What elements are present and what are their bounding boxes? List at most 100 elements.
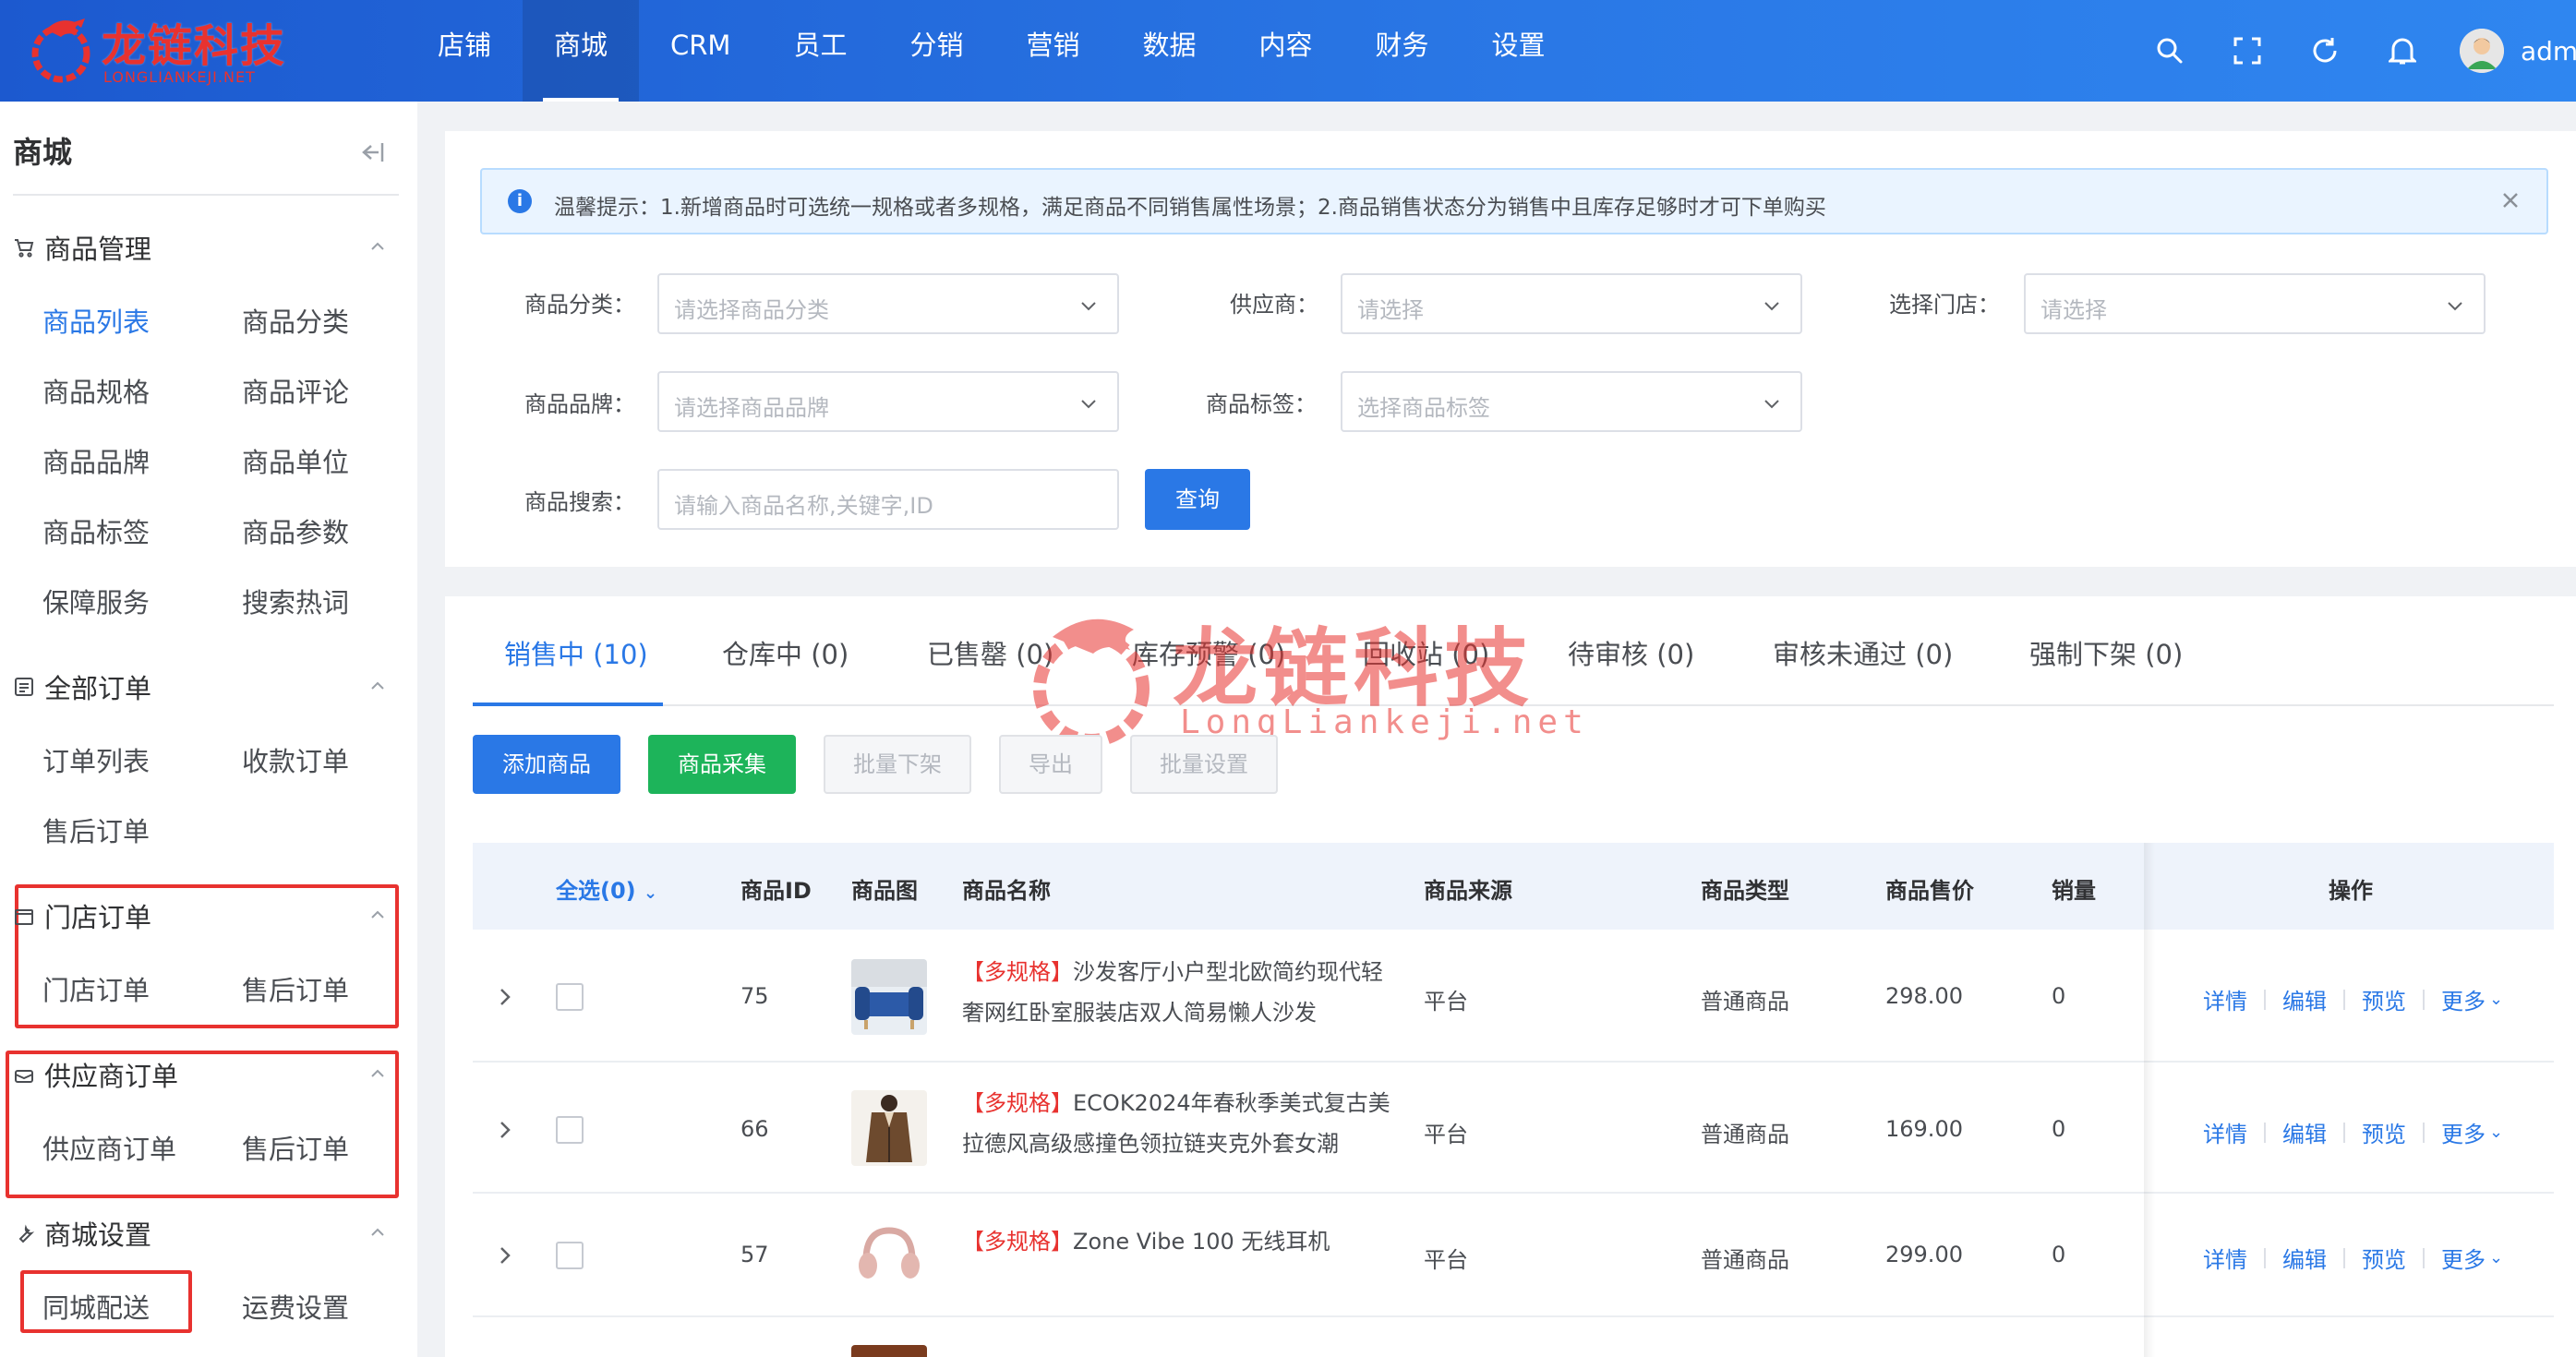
more-link[interactable]: 更多: [2441, 1242, 2486, 1274]
nav-item-shop[interactable]: 店铺: [406, 0, 523, 102]
nav-item-mall[interactable]: 商城: [523, 0, 640, 102]
tab-stock-warning[interactable]: 库存预警 (0): [1132, 633, 1285, 672]
filter-label-supplier: 供应商：: [1230, 292, 1318, 318]
product-image-headphones[interactable]: [851, 1218, 927, 1293]
collect-product-button[interactable]: 商品采集: [648, 735, 796, 794]
close-icon[interactable]: [2497, 186, 2524, 214]
filter-label-search: 商品搜索：: [524, 489, 635, 515]
nav-item-content[interactable]: 内容: [1228, 0, 1344, 102]
filter-label-category: 商品分类：: [524, 292, 635, 318]
nav-item-marketing[interactable]: 营销: [994, 0, 1111, 102]
bell-icon[interactable]: [2364, 0, 2441, 102]
tab-review-failed[interactable]: 审核未通过 (0): [1773, 633, 1953, 672]
group-supplier-orders[interactable]: 供应商订单: [13, 1054, 401, 1095]
edit-link[interactable]: 编辑: [2282, 983, 2327, 1015]
sidebar-link-product-unit[interactable]: 商品单位: [242, 441, 349, 480]
detail-link[interactable]: 详情: [2203, 1116, 2247, 1148]
group-store-orders[interactable]: 门店订单: [13, 895, 401, 936]
sidebar-link-product-category[interactable]: 商品分类: [242, 301, 349, 340]
sidebar-link-product-list[interactable]: 商品列表: [42, 301, 150, 340]
order-icon: [15, 678, 33, 696]
chevron-right-icon[interactable]: [497, 987, 513, 1007]
search-icon[interactable]: [2131, 0, 2209, 102]
product-image-sofa[interactable]: [851, 959, 927, 1035]
sidebar-link-store-orders[interactable]: 门店订单: [42, 969, 150, 1008]
tab-on-sale[interactable]: 销售中 (10): [504, 633, 648, 672]
edit-link[interactable]: 编辑: [2282, 1242, 2327, 1274]
more-link[interactable]: 更多: [2441, 983, 2486, 1015]
query-button[interactable]: 查询: [1145, 469, 1250, 530]
group-all-orders[interactable]: 全部订单: [13, 666, 401, 707]
group-product-management[interactable]: 商品管理: [13, 227, 401, 268]
sidebar-link-hot-search[interactable]: 搜索热词: [242, 582, 349, 620]
group-mall-settings[interactable]: 商城设置: [13, 1213, 401, 1254]
chevron-down-icon: [1081, 302, 1096, 311]
tab-sold-out[interactable]: 已售罄 (0): [927, 633, 1053, 672]
more-link[interactable]: 更多: [2441, 1116, 2486, 1148]
tab-in-warehouse[interactable]: 仓库中 (0): [722, 633, 849, 672]
chevron-up-icon: [371, 910, 384, 919]
fullscreen-icon[interactable]: [2209, 0, 2286, 102]
tab-recycle-bin[interactable]: 回收站 (0): [1363, 633, 1489, 672]
nav-item-crm[interactable]: CRM: [639, 0, 762, 102]
username[interactable]: admin: [2521, 36, 2576, 66]
product-name[interactable]: 【多规格】沙发客厅小户型北欧简约现代轻奢网红卧室服装店双人简易懒人沙发: [962, 952, 1396, 1033]
table-row: 66 【多规格】ECOK2024年春秋季美式复古美拉德风高级感撞色领拉链夹克外套…: [473, 1063, 2554, 1194]
preview-link[interactable]: 预览: [2362, 983, 2406, 1015]
category-select[interactable]: 请选择商品分类: [657, 273, 1119, 334]
detail-link[interactable]: 详情: [2203, 983, 2247, 1015]
sidebar-link-supplier-aftersale[interactable]: 售后订单: [242, 1128, 349, 1167]
avatar[interactable]: [2460, 29, 2504, 73]
select-all-dropdown[interactable]: 全选(0) ⌄: [556, 872, 657, 905]
product-name[interactable]: 【多规格】Zone Vibe 100 无线耳机: [962, 1221, 1396, 1262]
sidebar-link-store-aftersale[interactable]: 售后订单: [242, 969, 349, 1008]
preview-link[interactable]: 预览: [2362, 1242, 2406, 1274]
row-checkbox[interactable]: [556, 1242, 584, 1269]
sidebar-link-product-review[interactable]: 商品评论: [242, 371, 349, 410]
product-image-partial[interactable]: [851, 1345, 927, 1357]
sidebar-link-shipping-settings[interactable]: 运费设置: [242, 1287, 349, 1326]
preview-link[interactable]: 预览: [2362, 1116, 2406, 1148]
product-image-jacket[interactable]: [851, 1090, 927, 1166]
batch-off-shelf-button[interactable]: 批量下架: [824, 735, 971, 794]
chevron-down-icon: ⌄: [2489, 990, 2504, 1009]
batch-settings-button[interactable]: 批量设置: [1130, 735, 1278, 794]
brand-select[interactable]: 请选择商品品牌: [657, 371, 1119, 432]
sidebar-link-guarantee[interactable]: 保障服务: [42, 582, 150, 620]
sidebar-link-product-brand[interactable]: 商品品牌: [42, 441, 150, 480]
sidebar-link-payment-orders[interactable]: 收款订单: [242, 740, 349, 779]
export-button[interactable]: 导出: [999, 735, 1102, 794]
divider: [2343, 1122, 2345, 1143]
sidebar-link-local-delivery[interactable]: 同城配送: [42, 1287, 150, 1326]
edit-link[interactable]: 编辑: [2282, 1116, 2327, 1148]
row-checkbox[interactable]: [556, 983, 584, 1011]
nav-item-finance[interactable]: 财务: [1344, 0, 1461, 102]
row-actions: 详情 编辑 预览 更多 ⌄: [2203, 1116, 2503, 1148]
refresh-icon[interactable]: [2286, 0, 2364, 102]
nav-item-staff[interactable]: 员工: [762, 0, 878, 102]
tab-forced-off[interactable]: 强制下架 (0): [2029, 633, 2183, 672]
chevron-right-icon[interactable]: [497, 1120, 513, 1140]
sidebar-link-product-param[interactable]: 商品参数: [242, 511, 349, 550]
chevron-right-icon[interactable]: [497, 1245, 513, 1266]
nav-item-settings[interactable]: 设置: [1461, 0, 1577, 102]
supplier-select[interactable]: 请选择: [1341, 273, 1802, 334]
sidebar-link-product-spec[interactable]: 商品规格: [42, 371, 150, 410]
sidebar-link-aftersale-orders[interactable]: 售后订单: [42, 811, 150, 849]
divider: [2343, 1247, 2345, 1268]
collapse-sidebar-icon[interactable]: [355, 138, 386, 166]
sidebar-link-order-list[interactable]: 订单列表: [42, 740, 150, 779]
row-checkbox[interactable]: [556, 1116, 584, 1144]
detail-link[interactable]: 详情: [2203, 1242, 2247, 1274]
store-select[interactable]: 请选择: [2024, 273, 2486, 334]
tab-pending-review[interactable]: 待审核 (0): [1568, 633, 1694, 672]
product-name[interactable]: 【多规格】ECOK2024年春秋季美式复古美拉德风高级感撞色领拉链夹克外套女潮: [962, 1083, 1396, 1164]
brand-logo[interactable]: 龙链科技 LONGLIANKEJI.NET: [28, 9, 295, 92]
nav-item-data[interactable]: 数据: [1112, 0, 1228, 102]
add-product-button[interactable]: 添加商品: [473, 735, 620, 794]
tag-select[interactable]: 选择商品标签: [1341, 371, 1802, 432]
sidebar-link-product-tag[interactable]: 商品标签: [42, 511, 150, 550]
search-input[interactable]: 请输入商品名称,关键字,ID: [657, 469, 1119, 530]
sidebar-link-supplier-orders[interactable]: 供应商订单: [42, 1128, 176, 1167]
nav-item-distribution[interactable]: 分销: [878, 0, 994, 102]
